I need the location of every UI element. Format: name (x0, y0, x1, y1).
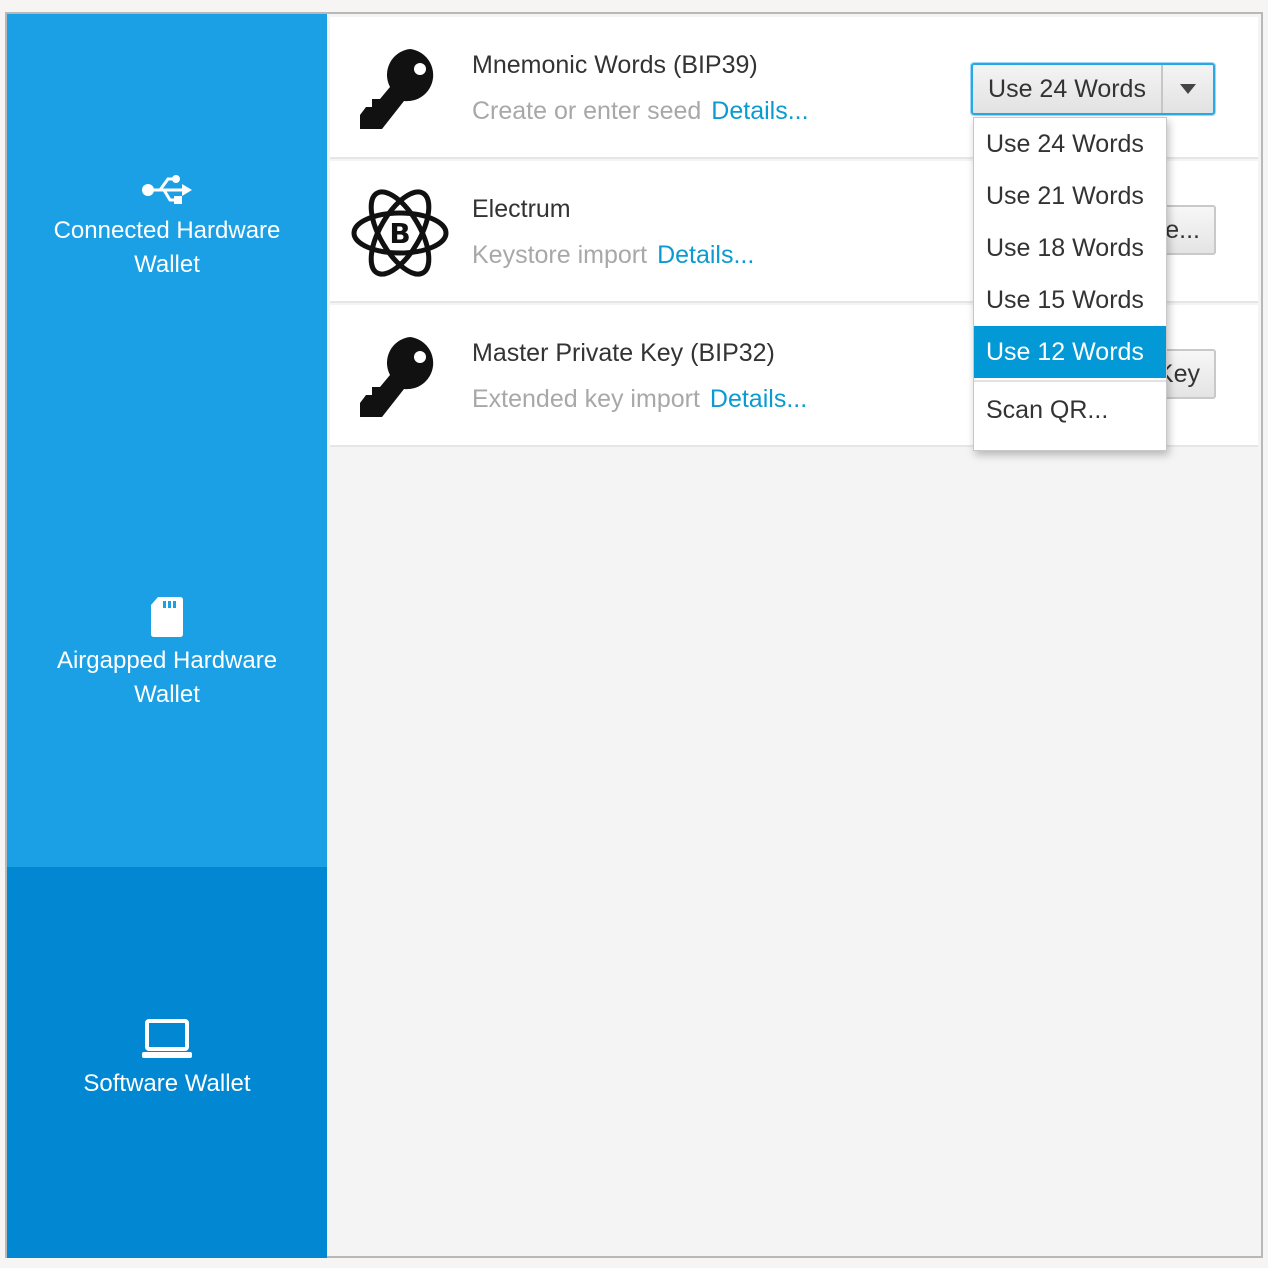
word-count-dropdown-menu: Use 24 Words Use 21 Words Use 18 Words U… (973, 117, 1167, 451)
sidebar-item-label: Airgapped Hardware Wallet (56, 647, 278, 708)
button-label: e... (1165, 215, 1200, 244)
menu-item-21-words[interactable]: Use 21 Words (974, 170, 1166, 222)
sidebar-item-label: Software Wallet (83, 1070, 251, 1097)
menu-separator (974, 380, 1166, 382)
electrum-bitcoin-atom-icon: B (351, 189, 449, 277)
key-icon (360, 337, 434, 417)
dropdown-arrow-button[interactable] (1163, 65, 1213, 113)
sidebar-item-airgapped-hardware-wallet[interactable]: Airgapped Hardware Wallet (7, 596, 327, 712)
row-subtitle: Create or enter seed (472, 97, 702, 125)
row-title: Electrum (472, 195, 571, 223)
usb-icon (142, 175, 192, 204)
svg-text:B: B (389, 217, 410, 250)
chevron-down-icon (1180, 84, 1196, 94)
wallet-import-window: Connected Hardware Wallet Airgapped Hard… (5, 12, 1263, 1258)
menu-item-18-words[interactable]: Use 18 Words (974, 222, 1166, 274)
row-title: Master Private Key (BIP32) (472, 339, 775, 367)
menu-item-scan-qr[interactable]: Scan QR... (974, 384, 1166, 436)
sidebar: Connected Hardware Wallet Airgapped Hard… (7, 14, 327, 1258)
menu-item-24-words[interactable]: Use 24 Words (974, 118, 1166, 170)
details-link[interactable]: Details... (657, 241, 754, 269)
row-subtitle: Extended key import (472, 385, 700, 413)
sd-card-icon (151, 597, 183, 637)
details-link[interactable]: Details... (711, 97, 808, 125)
menu-item-12-words[interactable]: Use 12 Words (974, 326, 1166, 378)
details-link[interactable]: Details... (710, 385, 807, 413)
word-count-split-button[interactable]: Use 24 Words (971, 63, 1215, 115)
sidebar-item-label: Connected Hardware Wallet (53, 217, 281, 278)
laptop-icon (142, 1019, 192, 1058)
sidebar-item-software-wallet[interactable]: Software Wallet (7, 867, 327, 1258)
row-subtitle: Keystore import (472, 241, 648, 269)
key-icon (360, 49, 434, 129)
menu-item-15-words[interactable]: Use 15 Words (974, 274, 1166, 326)
row-title: Mnemonic Words (BIP39) (472, 51, 758, 79)
sidebar-item-connected-hardware-wallet[interactable]: Connected Hardware Wallet (7, 172, 327, 282)
split-button-label[interactable]: Use 24 Words (973, 65, 1163, 113)
